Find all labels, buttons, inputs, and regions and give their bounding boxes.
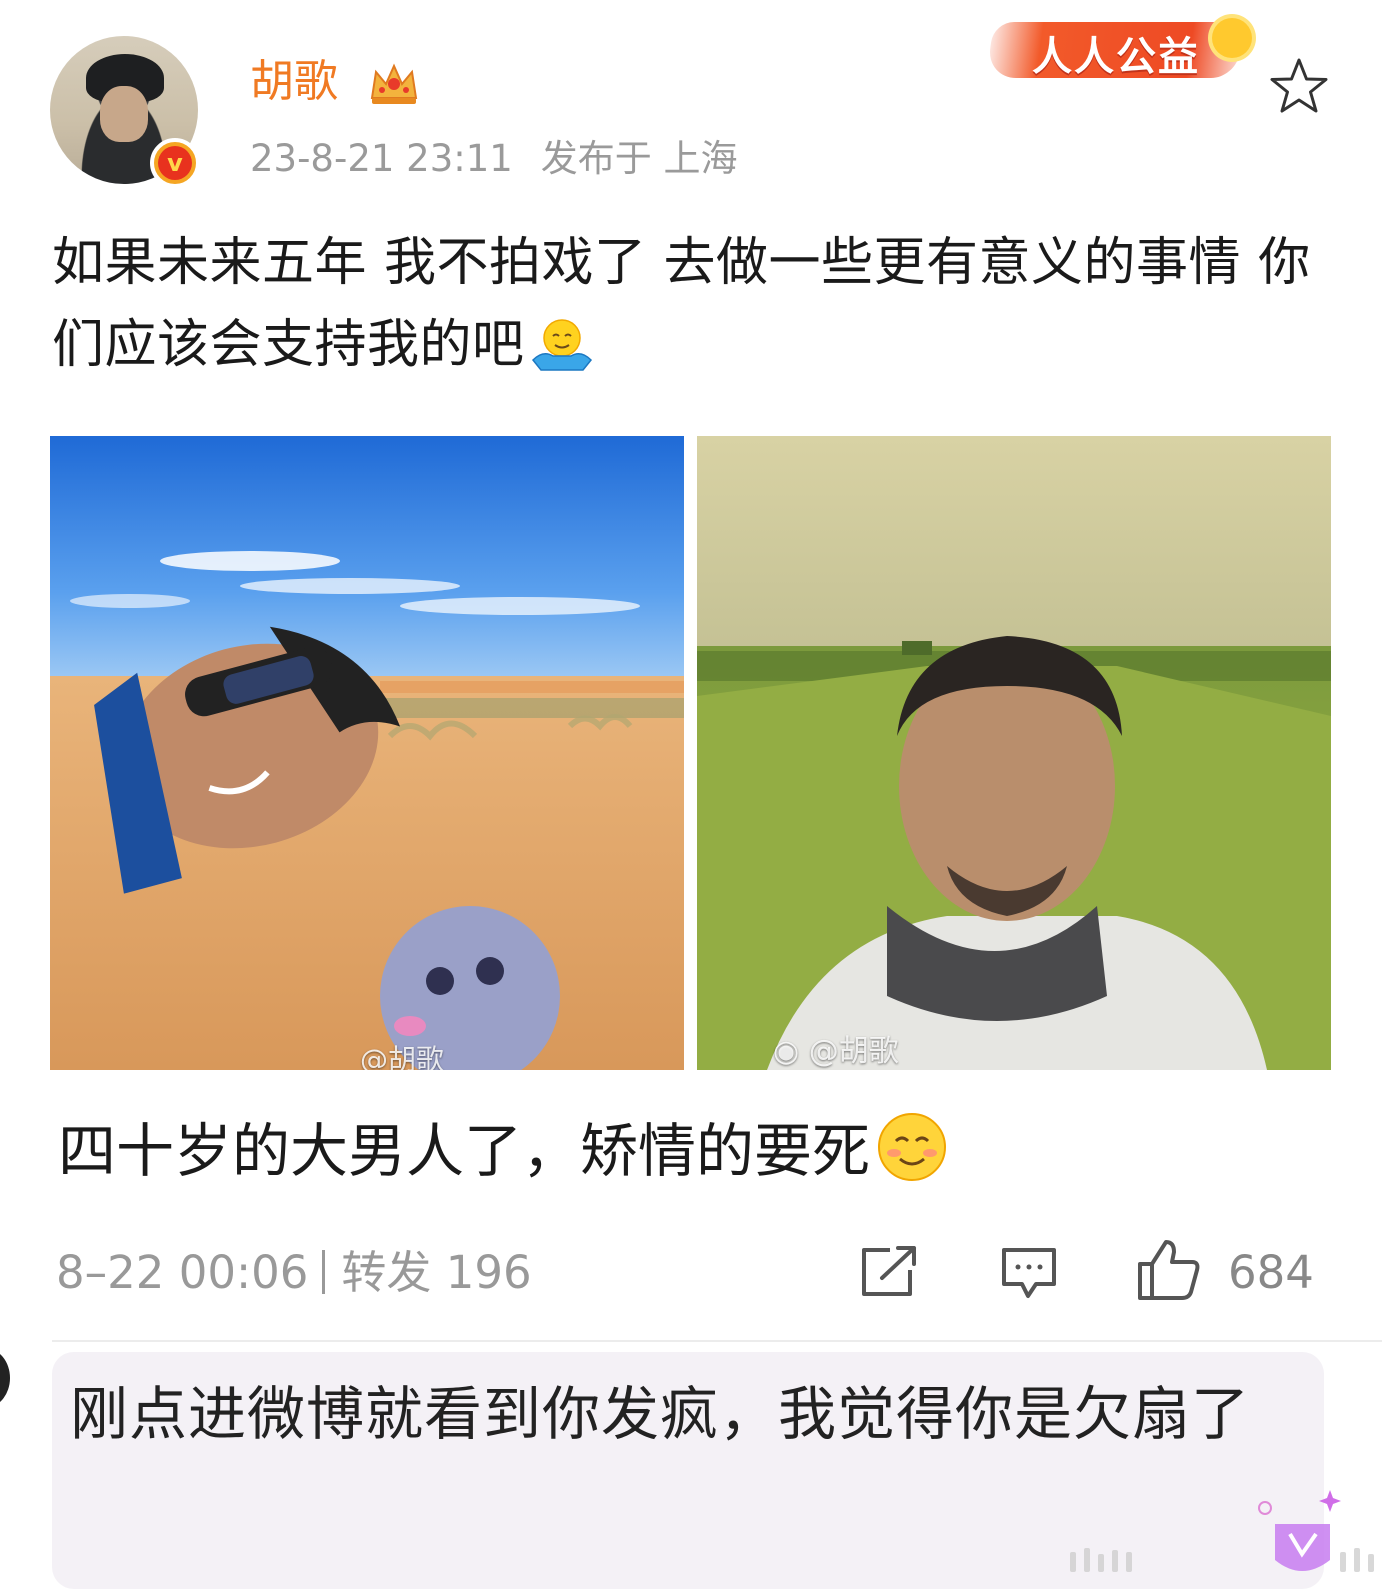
stats-divider [322,1250,326,1294]
favorite-star-icon[interactable] [1268,56,1330,118]
repost-caption-text: 四十岁的大男人了，矫情的要死 [58,1117,871,1185]
commenter-avatar[interactable] [0,1348,10,1408]
verified-badge-icon: v [150,138,200,188]
post-location: 发布于 上海 [540,137,738,180]
share-icon[interactable] [860,1246,918,1298]
hug-emoji-icon [531,319,592,371]
like-count: 684 [1228,1246,1314,1299]
comment-text: 刚点进微博就看到你发疯，我觉得你是欠扇了 [70,1380,1251,1448]
comment-decoration-icon [1070,1490,1374,1572]
post-text-content: 如果未来五年 我不拍戏了 去做一些更有意义的事情 你们应该会支持我的吧 [52,233,1311,375]
image-watermark-1: @胡歌 [360,1043,445,1070]
post-image-1[interactable]: @胡歌 [50,436,684,1070]
author-name[interactable]: 胡歌 [250,52,338,112]
like-thumb-icon[interactable] [1136,1238,1202,1302]
charity-badge[interactable]: 人人公益 [980,8,1280,88]
charity-badge-label: 人人公益 [1032,34,1200,80]
comment-icon[interactable] [1000,1244,1058,1302]
repost-caption: 四十岁的大男人了，矫情的要死 [58,1108,948,1194]
post-text: 如果未来五年 我不拍戏了 去做一些更有意义的事情 你们应该会支持我的吧 [52,222,1322,386]
repost-count[interactable]: 转发 196 [341,1246,531,1299]
sun-icon [1212,18,1252,58]
smile-emoji-icon [878,1113,947,1181]
post-image-2[interactable]: ◉ @胡歌 [697,436,1331,1070]
post-meta: 23-8-21 23:11 发布于 上海 [250,134,738,184]
divider [52,1340,1382,1342]
repost-time: 8–22 00:06 [56,1246,309,1299]
image-watermark-2: ◉ @胡歌 [773,1034,899,1069]
weibo-logo-icon: ◉ [773,1034,809,1069]
crown-icon [370,63,418,104]
post-timestamp: 23-8-21 23:11 [250,137,513,180]
post-stats: 8–22 00:06 转发 196 [56,1240,532,1306]
